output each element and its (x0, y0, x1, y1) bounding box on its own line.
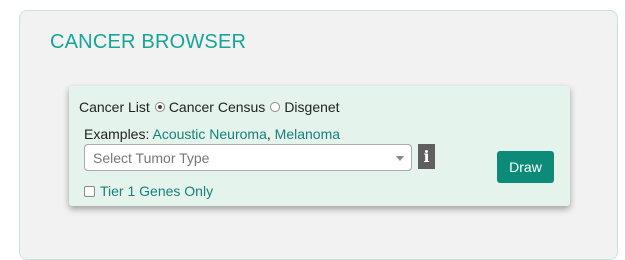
tumor-selection-card: Cancer List Cancer Census Disgenet Examp… (69, 86, 570, 206)
tier-1-checkbox[interactable] (84, 185, 95, 197)
radio-cancer-list[interactable] (154, 102, 165, 112)
panel-title: CANCER BROWSER (50, 31, 247, 53)
source-radio-group: Cancer List Cancer Census Disgenet (79, 99, 343, 115)
tumor-type-placeholder: Select Tumor Type (93, 150, 210, 166)
radio-cancer-census[interactable] (270, 102, 281, 112)
chevron-down-icon (396, 156, 404, 161)
tumor-type-select[interactable]: Select Tumor Type (84, 144, 412, 171)
draw-button[interactable]: Draw (497, 151, 554, 183)
radio-label-disgenet: Disgenet (284, 99, 340, 115)
info-icon[interactable]: i (418, 144, 435, 169)
example-link-acoustic-neuroma[interactable]: Acoustic Neuroma (152, 126, 266, 142)
examples-separator: , (266, 126, 271, 142)
tier-1-filter[interactable]: Tier 1 Genes Only (84, 183, 213, 199)
examples-row: Examples: Acoustic Neuroma, Melanoma (84, 126, 340, 142)
radio-label-cancer-list: Cancer List (79, 99, 150, 115)
cancer-browser-panel: CANCER BROWSER Cancer List Cancer Census… (19, 10, 618, 260)
tier-1-label: Tier 1 Genes Only (100, 183, 214, 199)
examples-prefix: Examples: (84, 126, 150, 142)
radio-label-cancer-census: Cancer Census (168, 99, 266, 115)
example-link-melanoma[interactable]: Melanoma (275, 126, 340, 142)
